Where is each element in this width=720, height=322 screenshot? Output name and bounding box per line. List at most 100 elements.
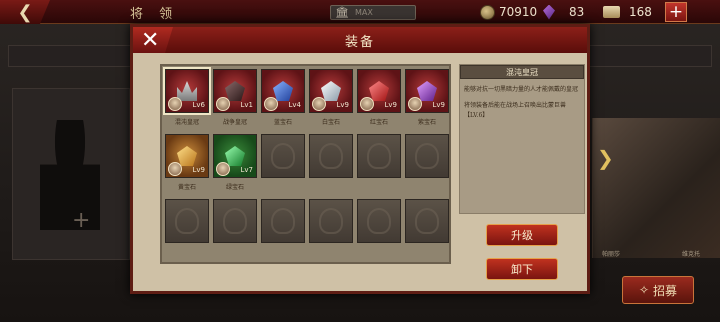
item-level: Lv4 bbox=[288, 101, 302, 109]
gem-icon bbox=[321, 81, 341, 101]
add-resource-button[interactable]: + bbox=[665, 2, 687, 22]
gem-icon bbox=[417, 81, 437, 101]
top-bar: ❮ 将 领 🏛 MAX 70910 83 168 + bbox=[0, 0, 720, 24]
capacity-indicator: 🏛 MAX bbox=[330, 5, 416, 20]
empty-equipment-slot[interactable] bbox=[405, 199, 449, 261]
empty-equipment-slot[interactable] bbox=[357, 199, 401, 261]
item-slot[interactable]: Lv9 bbox=[357, 69, 401, 113]
item-effect: 将领装备后能在战场上召唤出比蒙巨兽【LV.6】 bbox=[464, 102, 567, 119]
empty-slot-frame bbox=[405, 199, 449, 243]
empty-equipment-slot[interactable] bbox=[405, 134, 449, 196]
equipment-dialog: 装备 ✕ Lv6 混沌皇冠 Lv1 战争皇冠 Lv4 蓝宝石 Lv9 白宝石 Lv9 红宝石 Lv9… bbox=[130, 24, 590, 294]
back-arrow-icon: ❮ bbox=[17, 1, 33, 23]
scroll-icon bbox=[603, 6, 620, 18]
equipment-item[interactable]: Lv6 混沌皇冠 bbox=[163, 67, 211, 131]
empty-equipment-slot[interactable] bbox=[213, 199, 257, 261]
item-slot[interactable]: Lv6 bbox=[163, 67, 211, 115]
coin-icon bbox=[480, 4, 495, 20]
back-button[interactable]: ❮ bbox=[0, 0, 50, 24]
equipment-item[interactable]: Lv9 紫宝石 bbox=[405, 69, 449, 131]
item-level: Lv9 bbox=[432, 101, 446, 109]
item-level: Lv6 bbox=[192, 101, 206, 109]
recruit-icon: ✧ bbox=[638, 283, 650, 297]
item-name: 红宝石 bbox=[369, 119, 388, 126]
item-name: 紫宝石 bbox=[417, 119, 436, 126]
dialog-title: 装备 bbox=[344, 34, 375, 50]
page-title: 将 领 bbox=[130, 7, 179, 22]
item-slot[interactable]: Lv7 bbox=[213, 134, 257, 178]
gem-icon bbox=[273, 81, 293, 101]
empty-equipment-slot[interactable] bbox=[309, 199, 353, 261]
item-slot[interactable]: Lv9 bbox=[405, 69, 449, 113]
item-level: Lv9 bbox=[384, 101, 398, 109]
scroll-resource: 168 bbox=[603, 3, 652, 21]
game-screen: ❮ 将 领 🏛 MAX 70910 83 168 + + ❯ 帕丽莎 维克托 ✧… bbox=[0, 0, 720, 322]
empty-equipment-slot[interactable] bbox=[261, 134, 305, 196]
general-silhouette bbox=[40, 120, 100, 230]
empty-equipment-slot[interactable] bbox=[309, 134, 353, 196]
general-avatar bbox=[168, 162, 182, 176]
empty-equipment-slot[interactable] bbox=[357, 134, 401, 196]
general-avatar bbox=[360, 97, 374, 111]
item-slot[interactable]: Lv1 bbox=[213, 69, 257, 113]
close-icon: ✕ bbox=[141, 27, 160, 53]
general-avatar bbox=[408, 97, 422, 111]
capacity-text: MAX bbox=[354, 8, 373, 17]
item-description: 能够对抗一切黑暗力量的人才能佩戴的皇冠 bbox=[464, 86, 579, 93]
gem-icon bbox=[225, 146, 245, 166]
item-detail-panel: 混沌皇冠 能够对抗一切黑暗力量的人才能佩戴的皇冠 将领装备后能在战场上召唤出比蒙… bbox=[459, 64, 585, 214]
coin-resource: 70910 bbox=[480, 3, 537, 21]
equipment-item[interactable]: Lv9 红宝石 bbox=[357, 69, 401, 131]
temple-icon: 🏛 bbox=[335, 6, 349, 19]
scroll-count: 168 bbox=[629, 5, 652, 19]
general-avatar bbox=[312, 97, 326, 111]
hero-portraits[interactable] bbox=[592, 118, 720, 258]
recruit-label: 招募 bbox=[653, 283, 678, 298]
gem-resource: 83 bbox=[543, 3, 584, 21]
item-level: Lv9 bbox=[336, 101, 350, 109]
equipment-item[interactable]: Lv9 黄宝石 bbox=[165, 134, 209, 196]
equipment-item[interactable]: Lv4 蓝宝石 bbox=[261, 69, 305, 131]
item-slot[interactable]: Lv9 bbox=[165, 134, 209, 178]
empty-slot-frame bbox=[261, 134, 305, 178]
recruit-button[interactable]: ✧ 招募 bbox=[622, 276, 694, 304]
empty-equipment-slot[interactable] bbox=[165, 199, 209, 261]
add-general-plus[interactable]: + bbox=[72, 208, 90, 233]
general-avatar bbox=[216, 97, 230, 111]
gem-icon bbox=[177, 146, 197, 166]
item-slot[interactable]: Lv4 bbox=[261, 69, 305, 113]
crown-icon bbox=[177, 81, 197, 101]
equipment-item[interactable]: Lv1 战争皇冠 bbox=[213, 69, 257, 131]
empty-slot-frame bbox=[213, 199, 257, 243]
empty-slot-frame bbox=[165, 199, 209, 243]
upgrade-button[interactable]: 升级 bbox=[486, 224, 558, 246]
unequip-button[interactable]: 卸下 bbox=[486, 258, 558, 280]
general-avatar bbox=[216, 162, 230, 176]
coin-count: 70910 bbox=[499, 5, 538, 19]
dialog-header: 装备 bbox=[133, 27, 587, 53]
item-slot[interactable]: Lv9 bbox=[309, 69, 353, 113]
next-arrow-icon[interactable]: ❯ bbox=[597, 146, 614, 170]
empty-slot-frame bbox=[309, 199, 353, 243]
item-detail-title: 混沌皇冠 bbox=[460, 65, 584, 79]
empty-slot-frame bbox=[261, 199, 305, 243]
hero-name-label: 帕丽莎 bbox=[602, 251, 621, 258]
empty-slot-frame bbox=[357, 134, 401, 178]
equipment-grid: Lv6 混沌皇冠 Lv1 战争皇冠 Lv4 蓝宝石 Lv9 白宝石 Lv9 红宝石 Lv9 紫宝石 Lv… bbox=[160, 64, 451, 264]
empty-equipment-slot[interactable] bbox=[261, 199, 305, 261]
item-level: Lv9 bbox=[192, 166, 206, 174]
item-level: Lv1 bbox=[240, 101, 254, 109]
item-name: 绿宝石 bbox=[225, 184, 244, 191]
empty-slot-frame bbox=[405, 134, 449, 178]
equipment-item[interactable]: Lv9 白宝石 bbox=[309, 69, 353, 131]
general-avatar bbox=[168, 97, 182, 111]
gem-icon bbox=[369, 81, 389, 101]
gem-count: 83 bbox=[569, 5, 585, 19]
item-name: 白宝石 bbox=[321, 119, 340, 126]
item-level: Lv7 bbox=[240, 166, 254, 174]
equipment-item[interactable]: Lv7 绿宝石 bbox=[213, 134, 257, 196]
hero-name-label: 维克托 bbox=[682, 251, 701, 258]
item-name: 蓝宝石 bbox=[273, 119, 292, 126]
item-name: 黄宝石 bbox=[177, 184, 196, 191]
empty-slot-frame bbox=[309, 134, 353, 178]
